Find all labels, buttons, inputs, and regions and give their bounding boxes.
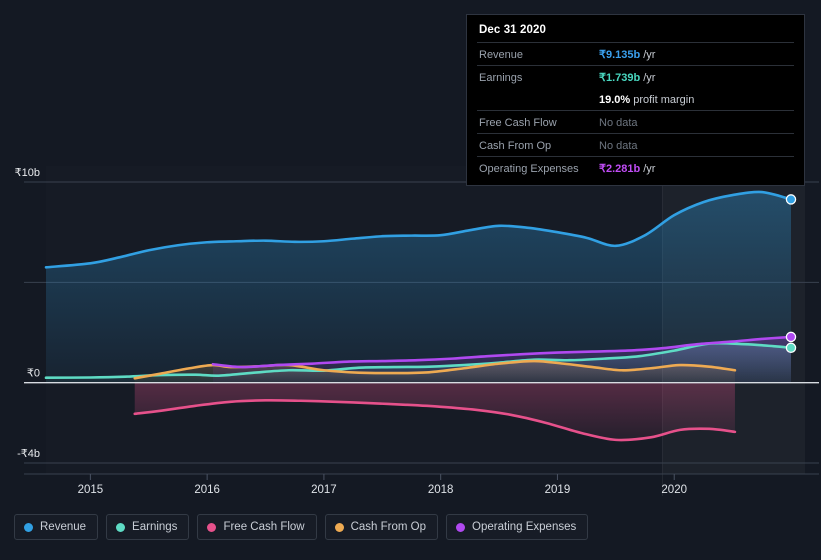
x-axis-label: 2020	[661, 484, 687, 496]
tooltip-row-value-wrap: ₹2.281b/yr	[599, 159, 655, 177]
tooltip-row: Revenue ₹9.135b/yr	[477, 42, 794, 65]
tooltip-row-label: Revenue	[479, 49, 524, 61]
tooltip-row-value-wrap: No data	[599, 136, 638, 154]
tooltip-row-value: ₹9.135b	[599, 49, 641, 61]
legend-color-dot-icon	[116, 522, 126, 532]
tooltip-row: Operating Expenses ₹2.281b/yr	[477, 156, 794, 179]
legend-item-label: Operating Expenses	[472, 521, 577, 533]
legend-color-dot-icon	[334, 522, 344, 532]
y-axis: ₹10b ₹0 -₹4b	[15, 167, 40, 460]
tooltip-row-value: ₹2.281b	[599, 163, 641, 175]
legend-item-revenue[interactable]: Revenue	[14, 514, 99, 540]
tooltip-date: Dec 31 2020	[479, 24, 546, 36]
x-axis-label: 2017	[311, 484, 337, 496]
endpoint-marker-operating-expenses	[785, 331, 797, 343]
x-axis-label: 2019	[545, 484, 571, 496]
endpoint-marker-earnings	[785, 342, 797, 354]
tooltip-row-label: Free Cash Flow	[479, 117, 557, 129]
tooltip-rows: Revenue ₹9.135b/yr Earnings ₹1.739b/yr 19.0%…	[477, 42, 794, 179]
tooltip-row-suffix: /yr	[643, 49, 656, 61]
legend-item-label: Revenue	[40, 521, 87, 533]
legend-item-label: Earnings	[132, 521, 178, 533]
tooltip-row-suffix: /yr	[643, 163, 656, 175]
x-axis-label: 2015	[78, 484, 104, 496]
legend-item-operating-expenses[interactable]: Operating Expenses	[446, 514, 589, 540]
tooltip-row: 19.0% profit margin	[477, 88, 794, 110]
endpoint-marker-revenue	[785, 194, 797, 205]
tooltip-row-value-wrap: ₹9.135b/yr	[599, 45, 655, 63]
tooltip-row-label: Cash From Op	[479, 140, 552, 152]
data-tooltip: Dec 31 2020 Revenue ₹9.135b/yr Earnings ₹1.…	[466, 14, 805, 186]
y-axis-label: -₹4b	[17, 448, 40, 460]
tooltip-row-value: 19.0%	[599, 94, 631, 106]
tooltip-row-label: Operating Expenses	[479, 163, 579, 175]
legend-item-label: Free Cash Flow	[223, 521, 305, 533]
legend-item-cash-from-op[interactable]: Cash From Op	[324, 514, 439, 540]
tooltip-row-label: Earnings	[479, 72, 523, 84]
y-axis-label: ₹10b	[15, 167, 40, 179]
chart-legend: Revenue Earnings Free Cash Flow Cash From O…	[14, 514, 589, 540]
x-axis-label: 2016	[194, 484, 220, 496]
legend-item-earnings[interactable]: Earnings	[106, 514, 190, 540]
tooltip-row: Cash From Op No data	[477, 133, 794, 156]
tooltip-row-value-wrap: ₹1.739b/yr	[599, 68, 655, 86]
y-axis-label: ₹0	[27, 368, 40, 380]
tooltip-row-value: ₹1.739b	[599, 72, 641, 84]
tooltip-row: Earnings ₹1.739b/yr	[477, 65, 794, 88]
tooltip-row: Free Cash Flow No data	[477, 110, 794, 133]
legend-color-dot-icon	[207, 522, 217, 532]
tooltip-row-suffix: profit margin	[633, 94, 695, 106]
x-axis-label: 2018	[428, 484, 454, 496]
tooltip-row-value-wrap: No data	[599, 113, 638, 131]
legend-color-dot-icon	[24, 522, 33, 532]
x-axis: 2015 2016 2017 2018 2019 2020	[24, 473, 819, 496]
tooltip-row-value: No data	[599, 140, 638, 152]
legend-color-dot-icon	[456, 522, 466, 532]
legend-item-label: Cash From Op	[350, 521, 427, 533]
tooltip-row-value-wrap: 19.0% profit margin	[599, 90, 694, 108]
tooltip-row-suffix: /yr	[643, 72, 656, 84]
financial-chart-app: 2015 2016 2017 2018 2019 2020 ₹10b ₹0 -₹4b Dec …	[0, 0, 821, 560]
tooltip-row-value: No data	[599, 117, 638, 129]
legend-item-free-cash-flow[interactable]: Free Cash Flow	[197, 514, 317, 540]
